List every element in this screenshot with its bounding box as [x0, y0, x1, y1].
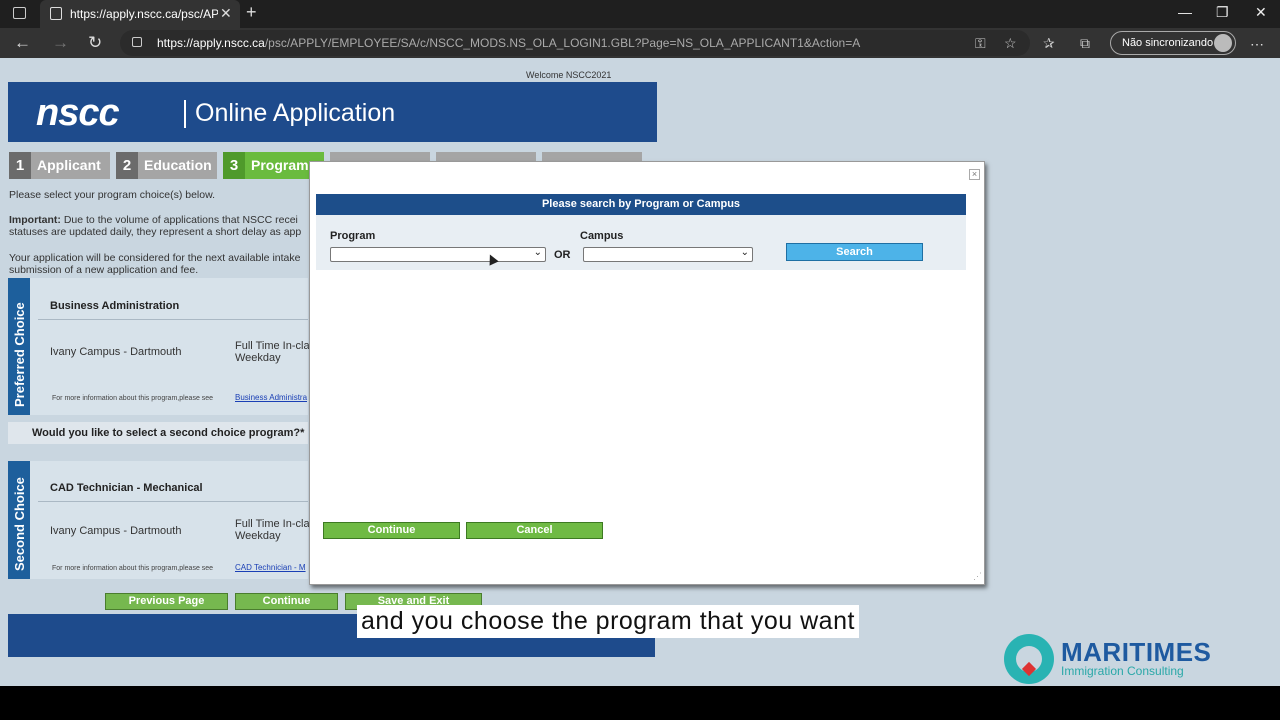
second-choice-label: Second Choice: [8, 461, 30, 579]
intake-text: Your application will be considered for …: [9, 252, 301, 264]
dialog-cancel-button[interactable]: Cancel: [466, 522, 603, 539]
lock-icon[interactable]: [132, 37, 142, 47]
nscc-logo: nscc: [36, 92, 120, 134]
back-icon[interactable]: ←: [14, 33, 31, 53]
browser-tab-bar: https://apply.nscc.ca/psc/APPLY/ ✕ + — ❐…: [0, 0, 1280, 28]
divider: [38, 501, 308, 502]
important-text: Important: Due to the volume of applicat…: [9, 214, 298, 226]
intro-text: Please select your program choice(s) bel…: [9, 189, 216, 201]
resize-grip-icon[interactable]: ⋰: [973, 571, 982, 582]
preferred-mode: Full Time In-cla Weekday: [235, 340, 310, 364]
search-button[interactable]: Search: [786, 243, 923, 261]
step-education[interactable]: 2 Education: [116, 152, 217, 179]
favorite-add-icon[interactable]: ☆: [1004, 35, 1017, 52]
intake-text-2: submission of a new application and fee.: [9, 264, 199, 276]
preferred-campus: Ivany Campus - Dartmouth: [50, 346, 182, 358]
avatar-icon: [1214, 34, 1232, 52]
second-program-link[interactable]: CAD Technician - M: [235, 563, 306, 572]
window-close-icon[interactable]: ✕: [1255, 4, 1267, 21]
tab-close-icon[interactable]: ✕: [220, 5, 232, 22]
second-choice-question: Would you like to select a second choice…: [8, 422, 308, 444]
preferred-info-text: For more information about this program,…: [52, 395, 214, 402]
refresh-icon[interactable]: ↻: [88, 33, 102, 53]
preferred-choice-label: Preferred Choice: [8, 278, 30, 415]
second-info-text: For more information about this program,…: [52, 565, 214, 572]
important-text-2: statuses are updated daily, they represe…: [9, 226, 302, 238]
dialog-close-icon[interactable]: ×: [969, 169, 980, 180]
tab-actions-icon[interactable]: [13, 7, 26, 19]
second-mode: Full Time In-cla Weekday: [235, 518, 310, 542]
banner-divider: [184, 100, 186, 128]
tab-title: https://apply.nscc.ca/psc/APPLY/: [70, 7, 218, 21]
second-choice-card: Second Choice CAD Technician - Mechanica…: [8, 461, 310, 579]
key-icon[interactable]: ⚿: [975, 35, 986, 52]
restore-icon[interactable]: ❐: [1216, 4, 1229, 21]
program-select[interactable]: ⌄: [330, 247, 546, 262]
step-applicant[interactable]: 1 Applicant: [9, 152, 110, 179]
campus-select[interactable]: ⌄: [583, 247, 753, 262]
welcome-text: Welcome NSCC2021: [526, 70, 612, 80]
page-favicon-icon: [50, 7, 62, 20]
second-campus: Ivany Campus - Dartmouth: [50, 525, 182, 537]
program-label: Program: [330, 230, 376, 242]
minimize-icon[interactable]: —: [1178, 4, 1192, 20]
chevron-down-icon: ⌄: [533, 247, 542, 258]
header-banner: nscc Online Application: [8, 82, 657, 142]
url-text: https://apply.nscc.ca/psc/APPLY/EMPLOYEE…: [157, 36, 861, 50]
new-tab-icon[interactable]: +: [246, 2, 257, 23]
divider: [38, 319, 308, 320]
video-subtitle: and you choose the program that you want: [357, 605, 859, 638]
previous-page-button[interactable]: Previous Page: [105, 593, 228, 610]
dialog-heading: Please search by Program or Campus: [316, 194, 966, 215]
campus-label: Campus: [580, 230, 624, 242]
second-program-name: CAD Technician - Mechanical: [50, 482, 203, 494]
preferred-program-link[interactable]: Business Administra: [235, 393, 307, 402]
browser-toolbar: ← → ↻ https://apply.nscc.ca/psc/APPLY/EM…: [0, 28, 1280, 58]
profile-button[interactable]: Não sincronizando: [1110, 31, 1236, 55]
profile-label: Não sincronizando: [1122, 37, 1214, 49]
preferred-choice-card: Preferred Choice Business Administration…: [8, 278, 310, 415]
page-continue-button[interactable]: Continue: [235, 593, 338, 610]
dialog-continue-button[interactable]: Continue: [323, 522, 460, 539]
favorites-icon[interactable]: ✰: [1043, 35, 1055, 52]
or-label: OR: [554, 249, 571, 261]
browser-tab[interactable]: https://apply.nscc.ca/psc/APPLY/ ✕: [40, 0, 240, 28]
forward-icon[interactable]: →: [52, 33, 69, 53]
address-bar[interactable]: https://apply.nscc.ca/psc/APPLY/EMPLOYEE…: [120, 30, 1030, 56]
page-title: Online Application: [195, 99, 396, 127]
collections-icon[interactable]: ⧉: [1080, 35, 1090, 52]
chevron-down-icon: ⌄: [740, 247, 749, 258]
more-icon[interactable]: ⋯: [1250, 36, 1264, 53]
program-search-dialog: × Please search by Program or Campus Pro…: [309, 161, 985, 585]
search-form: Program ⌄ OR Campus ⌄ Search: [316, 215, 966, 270]
maritimes-logo: MARITIMES Immigration Consulting: [1004, 634, 1244, 684]
brand-tagline: Immigration Consulting: [1061, 664, 1184, 678]
preferred-program-name: Business Administration: [50, 300, 180, 312]
